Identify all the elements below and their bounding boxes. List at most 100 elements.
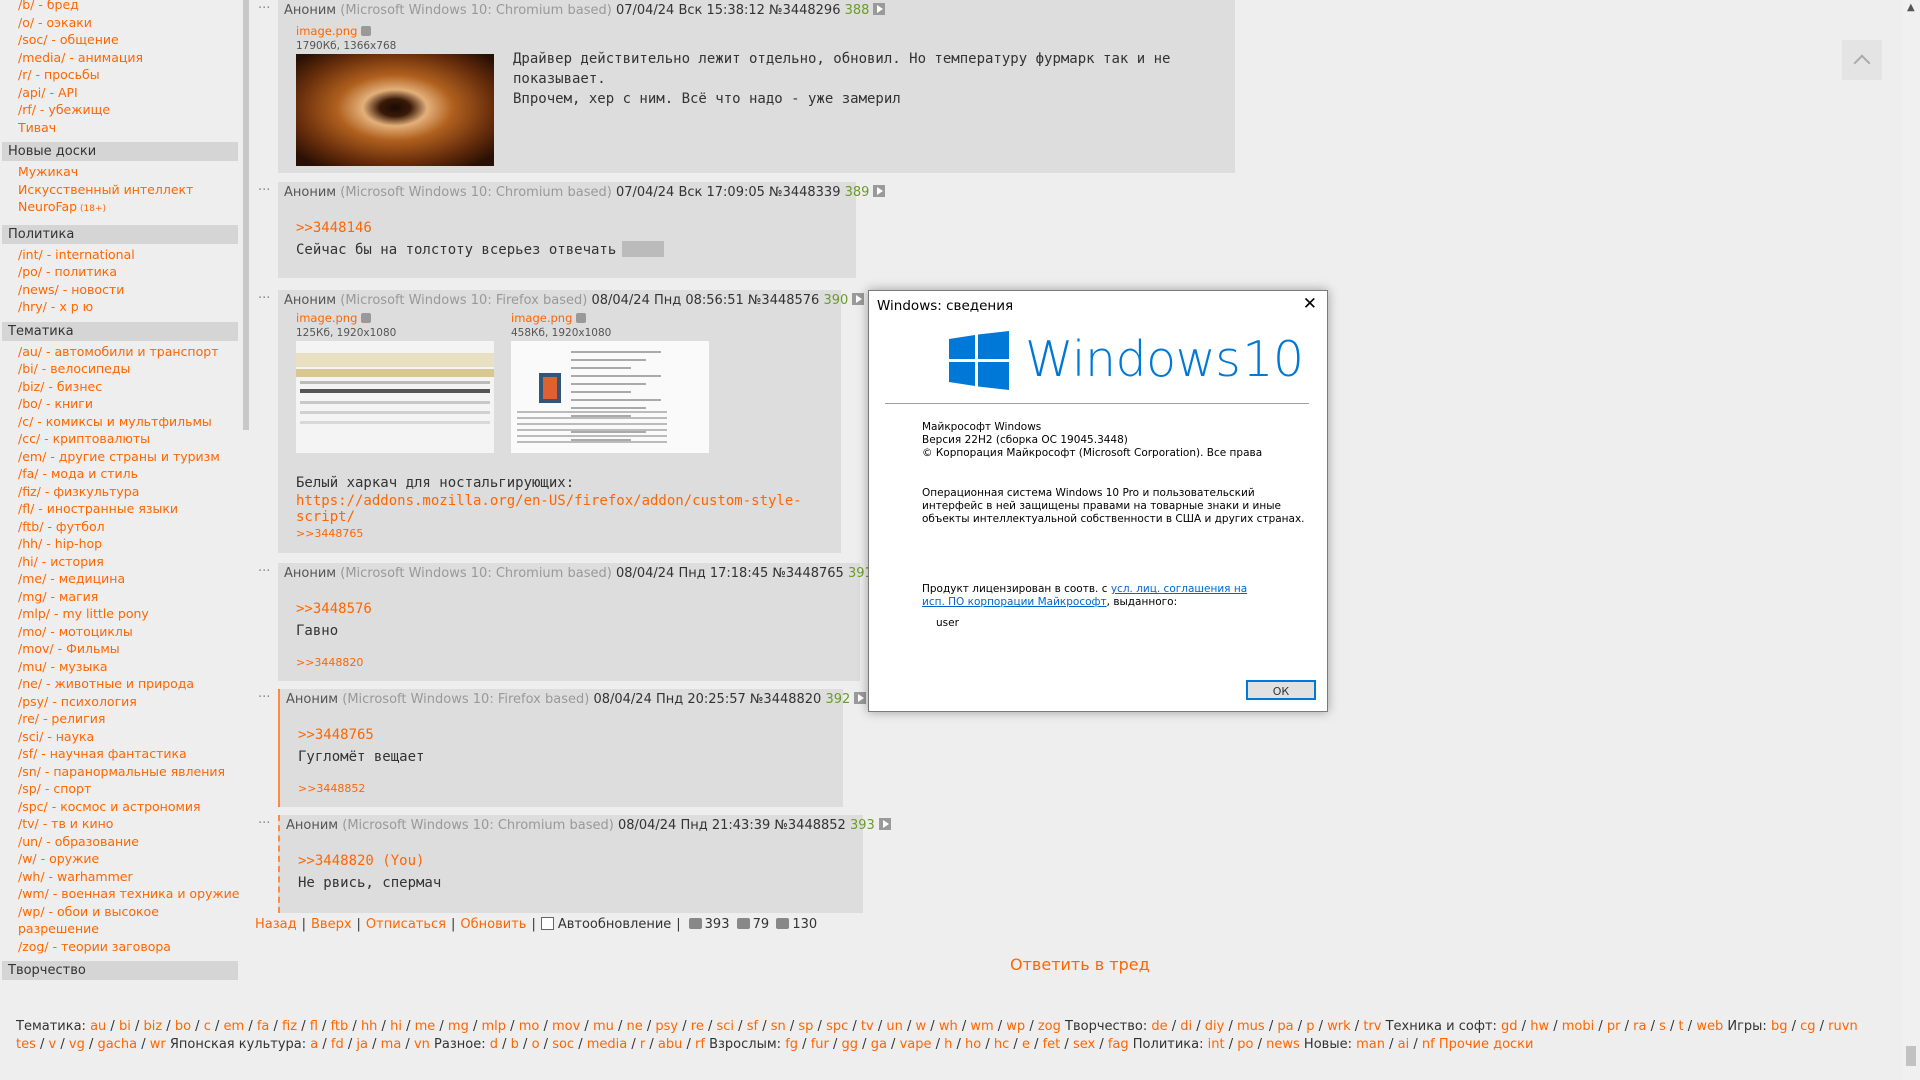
sidebar-board-link[interactable]: /w/ - оружие — [0, 850, 240, 868]
sidebar-board-link[interactable]: /mov/ - Фильмы — [0, 640, 240, 658]
footer-board-link[interactable]: fa — [257, 1019, 270, 1034]
license-terms-link-2[interactable]: исп. ПО корпорации Майкрософт — [922, 596, 1107, 608]
footer-board-link[interactable]: gd — [1501, 1019, 1518, 1034]
footer-board-link[interactable]: hc — [994, 1037, 1009, 1052]
sidebar-board-link[interactable]: /fl/ - иностранные языки — [0, 500, 240, 518]
sidebar-board-link[interactable]: /spc/ - космос и астрономия — [0, 798, 240, 816]
footer-board-link[interactable]: mus — [1237, 1019, 1265, 1034]
sidebar-board-link[interactable]: /wp/ - обои и высокое разрешение — [0, 903, 218, 938]
footer-board-link[interactable]: rf — [695, 1037, 705, 1052]
sidebar-board-link[interactable]: /sn/ - паранормальные явления — [0, 763, 240, 781]
footer-board-link[interactable]: media — [587, 1037, 628, 1052]
sidebar-board-link[interactable]: /bo/ - книги — [0, 395, 240, 413]
sidebar-board-link[interactable]: /media/ - анимация — [0, 49, 240, 67]
post-number[interactable]: №3448820 — [750, 692, 821, 707]
sidebar-board-link[interactable]: /o/ - оэкаки — [0, 14, 240, 32]
footer-board-link[interactable]: mu — [593, 1019, 614, 1034]
sidebar-board-link[interactable]: /em/ - другие страны и туризм — [0, 448, 240, 466]
post-external-link[interactable]: https://addons.mozilla.org/en-US/firefox… — [296, 493, 841, 525]
footer-board-link[interactable]: wp — [1006, 1019, 1025, 1034]
sidebar-board-link[interactable]: /zog/ - теории заговора — [0, 938, 240, 956]
expand-post-icon[interactable] — [854, 692, 867, 704]
footer-board-link[interactable]: zog — [1038, 1019, 1061, 1034]
sidebar-board-link[interactable]: /me/ - медицина — [0, 570, 240, 588]
post-menu-icon[interactable]: ··· — [258, 564, 270, 579]
footer-board-link[interactable]: gg — [842, 1037, 859, 1052]
sidebar-scrollbar[interactable] — [243, 0, 249, 430]
screenshot-thumbnail[interactable] — [296, 341, 494, 453]
footer-board-link[interactable]: wrk — [1327, 1019, 1351, 1034]
reply-link[interactable]: >>3448765 — [298, 727, 374, 743]
sidebar-board-link[interactable]: /wh/ - warhammer — [0, 868, 240, 886]
expand-post-icon[interactable] — [878, 818, 891, 830]
footer-board-link[interactable]: de — [1151, 1019, 1167, 1034]
sidebar-board-link[interactable]: /ne/ - животные и природа — [0, 675, 240, 693]
footer-board-link[interactable]: man — [1356, 1037, 1385, 1052]
sidebar-board-link[interactable]: /biz/ - бизнес — [0, 378, 240, 396]
footer-board-link[interactable]: int — [1208, 1037, 1225, 1052]
reply-link[interactable]: >>3448146 — [296, 220, 372, 236]
expand-post-icon[interactable] — [852, 293, 865, 305]
footer-board-link[interactable]: mov — [552, 1019, 580, 1034]
footer-board-link[interactable]: soc — [552, 1037, 574, 1052]
file-thumbnail[interactable] — [511, 341, 709, 457]
footer-board-link[interactable]: pr — [1607, 1019, 1621, 1034]
sidebar-board-link[interactable]: /psy/ - психология — [0, 693, 240, 711]
footer-board-link[interactable]: p — [1306, 1019, 1314, 1034]
footer-board-link[interactable]: r — [640, 1037, 645, 1052]
footer-other-boards-link[interactable]: Прочие доски — [1439, 1037, 1534, 1052]
post-menu-icon[interactable]: ··· — [258, 291, 270, 306]
footer-board-link[interactable]: hw — [1530, 1019, 1549, 1034]
sidebar-board-link[interactable]: /sp/ - спорт — [0, 780, 240, 798]
sidebar-board-link[interactable]: /au/ - автомобили и транспорт — [0, 343, 240, 361]
image-thumbnail[interactable] — [296, 54, 494, 166]
footer-board-link[interactable]: trv — [1363, 1019, 1381, 1034]
autoupdate-checkbox[interactable] — [540, 917, 554, 930]
footer-board-link[interactable]: ja — [356, 1037, 368, 1052]
post-backreference[interactable]: >>3448765 — [296, 527, 363, 540]
file-name[interactable]: image.png — [296, 24, 372, 38]
footer-board-link[interactable]: e — [1022, 1037, 1030, 1052]
screenshot-thumbnail[interactable] — [511, 341, 709, 453]
footer-board-link[interactable]: sp — [798, 1019, 813, 1034]
footer-board-link[interactable]: fl — [310, 1019, 318, 1034]
sidebar-board-link[interactable]: /bi/ - велосипеды — [0, 360, 240, 378]
footer-board-link[interactable]: vg — [69, 1037, 85, 1052]
license-terms-link[interactable]: усл. лиц. соглашения на — [1111, 583, 1247, 595]
footer-board-link[interactable]: bi — [119, 1019, 131, 1034]
footer-board-link[interactable]: fd — [331, 1037, 344, 1052]
footer-board-link[interactable]: gacha — [98, 1037, 138, 1052]
expand-post-icon[interactable] — [873, 3, 886, 15]
footer-board-link[interactable]: biz — [143, 1019, 162, 1034]
sidebar-board-link[interactable]: /un/ - образование — [0, 833, 240, 851]
sidebar-board-link[interactable]: /mlp/ - my little pony — [0, 605, 240, 623]
footer-board-link[interactable]: ruvn — [1828, 1019, 1858, 1034]
footer-board-link[interactable]: fg — [785, 1037, 798, 1052]
post-menu-icon[interactable]: ··· — [258, 816, 270, 831]
post-menu-icon[interactable]: ··· — [258, 690, 270, 705]
back-link[interactable]: Назад — [255, 917, 297, 932]
sidebar-board-link[interactable]: /fa/ - мода и стиль — [0, 465, 240, 483]
reply-link[interactable]: >>3448820 (You) — [298, 853, 424, 869]
file-thumbnail[interactable] — [296, 54, 494, 170]
post-number[interactable]: №3448296 — [769, 3, 840, 18]
close-icon[interactable]: ✕ — [1303, 294, 1317, 314]
search-image-icon[interactable] — [361, 26, 372, 36]
footer-board-link[interactable]: fet — [1043, 1037, 1061, 1052]
footer-board-link[interactable]: fag — [1108, 1037, 1129, 1052]
footer-board-link[interactable]: vn — [414, 1037, 430, 1052]
sidebar-board-link[interactable]: /mg/ - магия — [0, 588, 240, 606]
footer-board-link[interactable]: mobi — [1562, 1019, 1594, 1034]
sidebar-board-link[interactable]: /sf/ - научная фантастика — [0, 745, 240, 763]
footer-board-link[interactable]: fur — [811, 1037, 829, 1052]
post-backreference[interactable]: >>3448852 — [298, 782, 365, 795]
footer-board-link[interactable]: sf — [747, 1019, 758, 1034]
file-name[interactable]: image.png — [511, 311, 587, 325]
sidebar-board-link[interactable]: /r/ - просьбы — [0, 66, 240, 84]
footer-board-link[interactable]: d — [490, 1037, 498, 1052]
footer-board-link[interactable]: h — [944, 1037, 952, 1052]
footer-board-link[interactable]: mlp — [482, 1019, 507, 1034]
footer-board-link[interactable]: abu — [658, 1037, 682, 1052]
footer-board-link[interactable]: hh — [361, 1019, 377, 1034]
footer-board-link[interactable]: ma — [381, 1037, 402, 1052]
